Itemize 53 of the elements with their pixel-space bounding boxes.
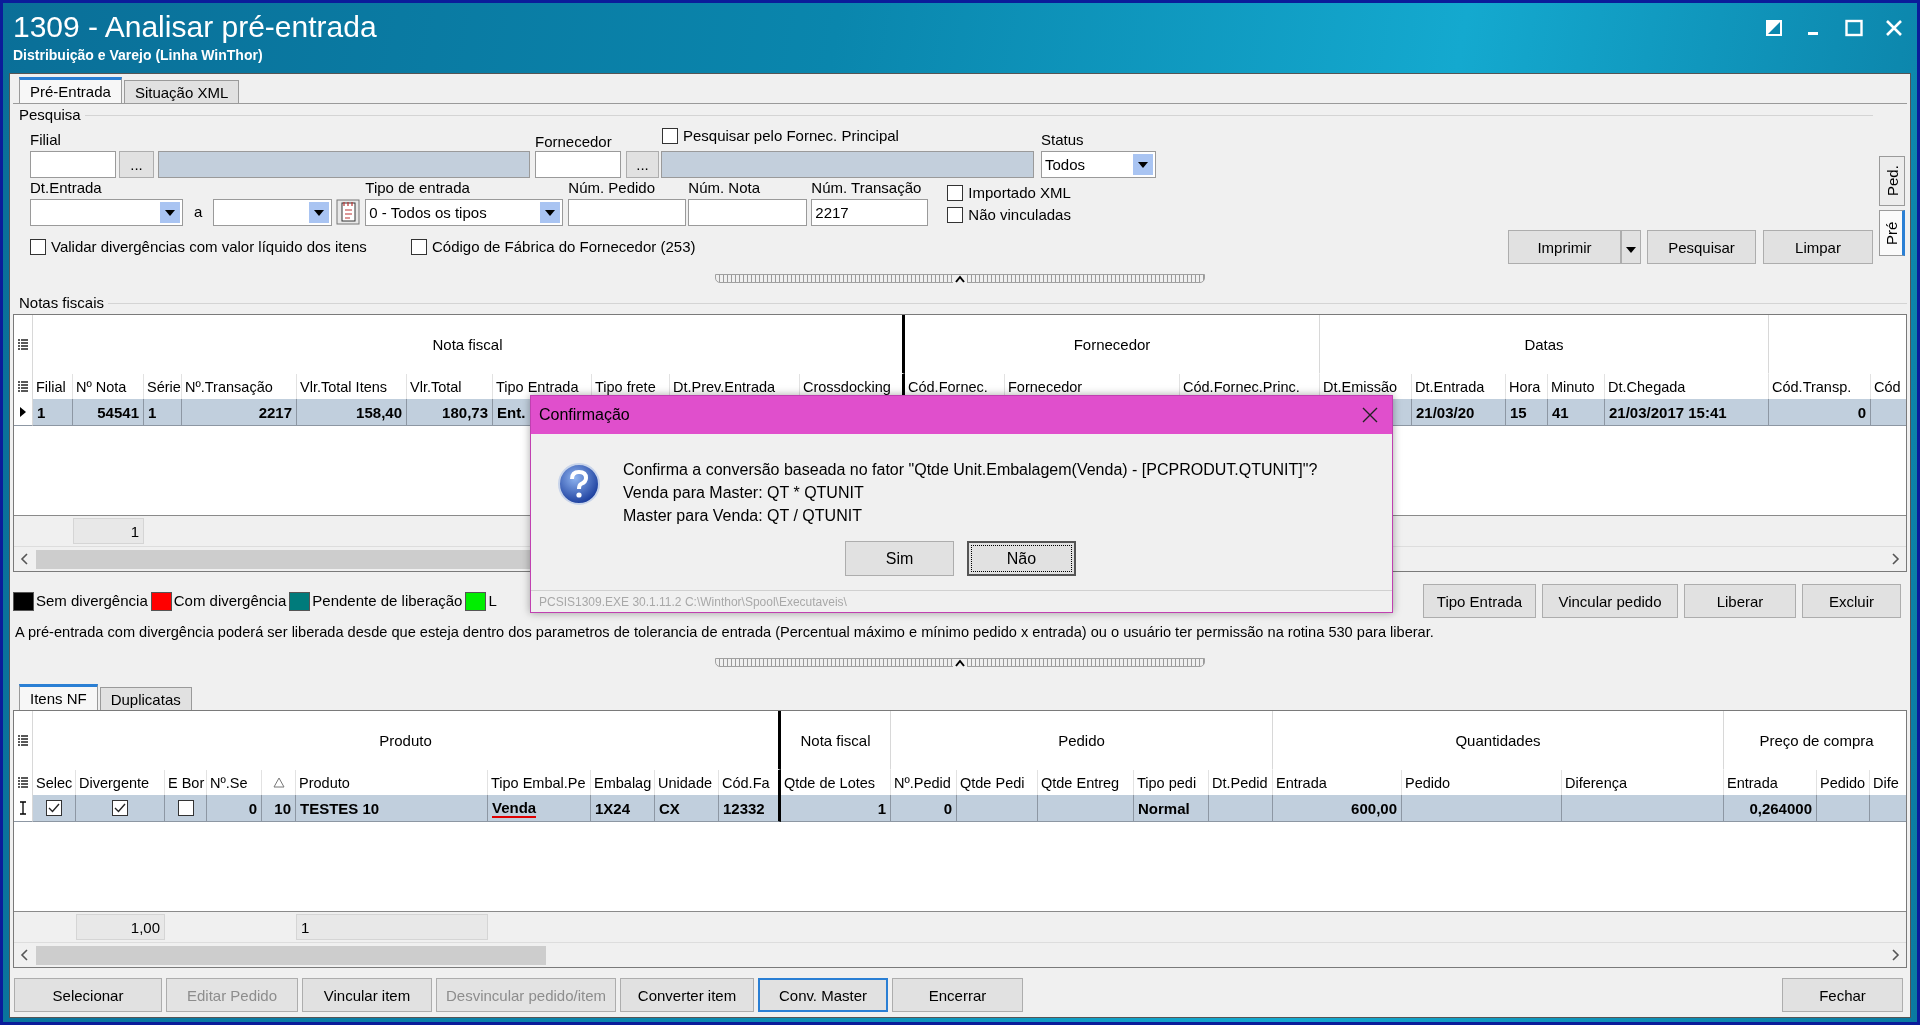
dialog-message: Venda para Master: QT * QTUNIT	[623, 483, 865, 503]
field-label: Núm. Pedido	[568, 179, 656, 197]
checkbox-label: Não vinculadas	[968, 206, 1071, 224]
table-cell: 0,264000	[1724, 795, 1817, 822]
table-cell: 0	[1769, 399, 1871, 426]
window-subtitle: Distribuição e Varejo (Linha WinThor)	[13, 46, 264, 65]
dialog-message: Confirma a conversão baseada no fator "Qtde Unit.Embalagem(Venda) - [PCPRODUT.QTUNIT]"?	[623, 460, 1318, 480]
legend-label: Sem divergência	[36, 592, 148, 610]
group-title: Pesquisa	[19, 106, 81, 124]
table-cell: 12332	[719, 795, 781, 822]
field-label: Fornecedor	[535, 133, 613, 151]
range-separator: a	[194, 203, 203, 221]
summary-cell: 1	[73, 518, 144, 544]
checkbox-label: Código de Fábrica do Fornecedor (253)	[432, 238, 696, 256]
table-cell: 21/03/2017 15:41	[1605, 399, 1769, 426]
table-cell: CX	[655, 795, 719, 822]
checkbox-label: Importado XML	[968, 184, 1071, 202]
table-cell: 1	[781, 795, 891, 822]
legend-label: Pendente de liberação	[312, 592, 463, 610]
table-cell: 1	[144, 399, 182, 426]
table-cell: TESTES 10	[296, 795, 488, 822]
table-cell: 0	[891, 795, 957, 822]
table-cell: 180,73	[407, 399, 493, 426]
table-cell: 2217	[182, 399, 297, 426]
window-title: 1309 - Analisar pré-entrada	[13, 9, 377, 45]
table-cell: 21/03/20	[1412, 399, 1506, 426]
dialog-message: Master para Venda: QT / QTUNIT	[623, 506, 863, 526]
table-cell: 15	[1506, 399, 1548, 426]
summary-cell: 1,00	[76, 914, 165, 940]
status-text: PCSIS1309.EXE 30.1.11.2 C:\Winthor\Spool\Executaveis\	[539, 594, 847, 609]
spelling-underline: Venda	[492, 798, 537, 818]
table-cell: 1	[33, 399, 73, 426]
table-cell: 54541	[73, 399, 144, 426]
checkbox-label: Pesquisar pelo Fornec. Principal	[683, 127, 899, 145]
field-label: Dt.Entrada	[30, 179, 102, 197]
field-label: Núm. Transação	[811, 179, 922, 197]
checkbox-label: Validar divergências com valor líquido dos itens	[51, 238, 367, 256]
table-cell: 10	[262, 795, 296, 822]
field-label: Tipo de entrada	[365, 179, 470, 197]
table-cell: Normal	[1134, 795, 1209, 822]
table-cell: 600,00	[1273, 795, 1402, 822]
field-label: Filial	[30, 131, 61, 149]
field-label: Núm. Nota	[688, 179, 761, 197]
table-cell: 158,40	[297, 399, 407, 426]
legend-label: Com divergência	[173, 592, 287, 610]
summary-cell: 1	[296, 914, 488, 940]
table-cell: 41	[1548, 399, 1605, 426]
info-text: A pré-entrada com divergência poderá ser liberada desde que esteja dentro dos parametros de tolerancia de entrada (Percentual máximo e mínimo pedido x entrada) ou o usuário ter permissão na rotina 530 para liberar.	[14, 624, 1435, 640]
legend-label: L	[488, 592, 497, 610]
field-label: Status	[1041, 131, 1084, 149]
table-cell: 0	[207, 795, 262, 822]
section-title: Notas fiscais	[19, 294, 105, 312]
table-cell: 1X24	[591, 795, 655, 822]
